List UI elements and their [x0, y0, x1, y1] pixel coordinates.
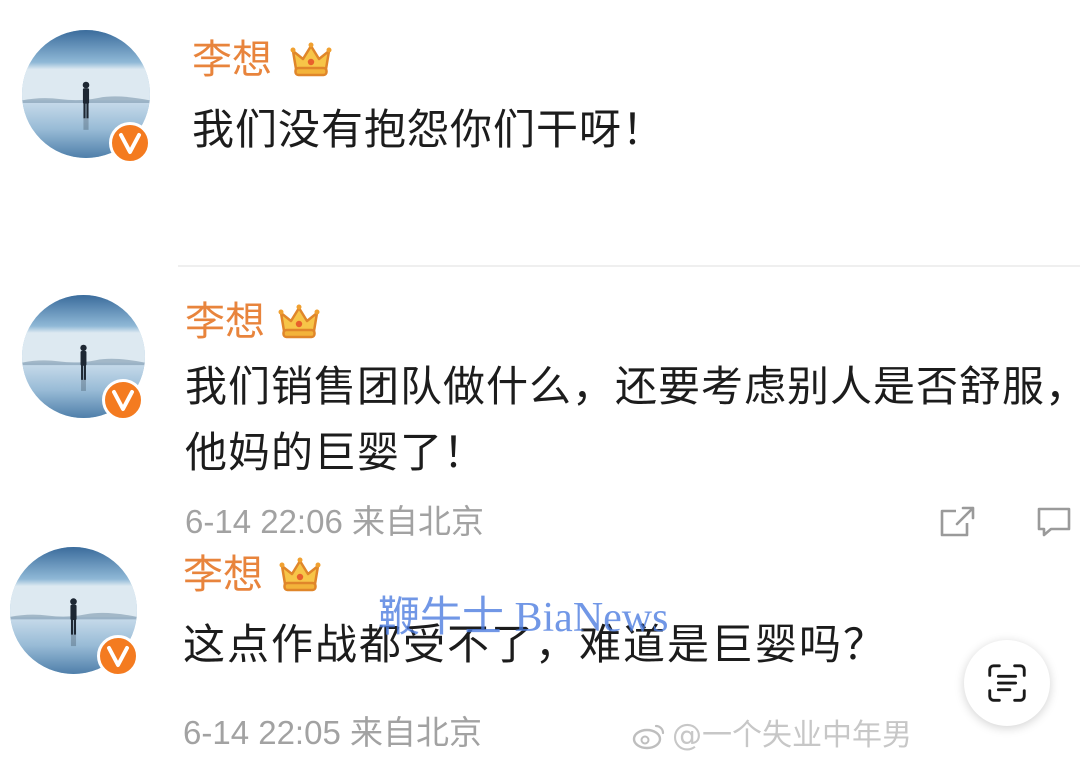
live-text-icon — [984, 660, 1030, 706]
comment-body: 我们销售团队做什么，还要考虑别人是否舒服， 他妈的巨婴了！ — [185, 354, 1080, 486]
weibo-handle: @一个失业中年男 — [672, 718, 912, 753]
comment-text-line: 我们销售团队做什么，还要考虑别人是否舒服， — [185, 362, 1080, 411]
bianews-watermark: 鞭牛士 BiaNews — [378, 595, 669, 641]
author-name[interactable]: 李想 — [192, 36, 272, 84]
verified-badge-icon — [108, 121, 152, 165]
weibo-logo-icon — [632, 721, 666, 751]
comment-text: 我们没有抱怨你们干呀！ — [192, 105, 666, 154]
comment-text-line: 他妈的巨婴了！ — [185, 428, 487, 477]
crown-icon — [289, 38, 333, 82]
crown-icon — [278, 553, 322, 597]
comment-icon[interactable] — [1034, 504, 1074, 540]
verified-badge-icon — [101, 378, 145, 422]
verified-badge-icon — [96, 634, 140, 678]
crown-icon — [277, 300, 321, 344]
live-text-button[interactable] — [964, 640, 1050, 726]
author-name[interactable]: 李想 — [185, 298, 265, 346]
comment-meta: 6-14 22:05 来自北京 — [183, 714, 482, 751]
author-name[interactable]: 李想 — [183, 551, 263, 599]
share-icon[interactable] — [937, 504, 977, 540]
comment-meta: 6-14 22:06 来自北京 — [185, 503, 484, 540]
divider — [178, 265, 1080, 267]
